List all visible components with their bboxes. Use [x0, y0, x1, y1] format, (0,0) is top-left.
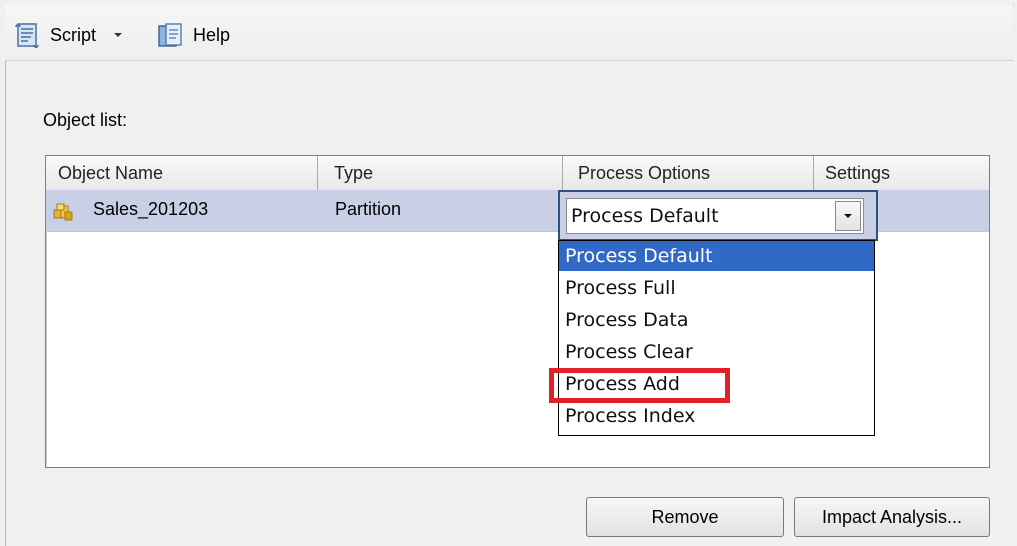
process-options-combobox-field[interactable]: Process Default — [566, 198, 864, 234]
impact-analysis-button[interactable]: Impact Analysis... — [794, 497, 990, 537]
chevron-down-icon[interactable] — [112, 29, 124, 41]
dropdown-option-process-full[interactable]: Process Full — [559, 273, 874, 303]
help-icon — [158, 22, 182, 47]
dropdown-option-process-index[interactable]: Process Index — [559, 401, 874, 431]
impact-analysis-button-label: Impact Analysis... — [821, 506, 963, 527]
help-label: Help — [193, 25, 231, 45]
script-icon — [15, 22, 39, 48]
process-options-selected-value: Process Default — [571, 205, 719, 227]
column-header-label: Object Name — [58, 162, 164, 183]
column-header-label: Settings — [825, 162, 891, 183]
table-row[interactable]: Sales_201203 Partition Process Default — [46, 190, 989, 241]
dropdown-option-process-clear[interactable]: Process Clear — [559, 337, 874, 367]
toolbar: Script Help — [5, 5, 1013, 61]
script-menu-button[interactable]: Script — [13, 15, 130, 55]
object-list-label-text: Object list: — [43, 110, 128, 130]
object-list-label: Object list: — [43, 110, 127, 131]
column-header-label: Process Options — [578, 162, 711, 183]
remove-button[interactable]: Remove — [586, 497, 784, 537]
script-label: Script — [50, 25, 97, 45]
dropdown-option-process-data[interactable]: Process Data — [559, 305, 874, 335]
process-options-dropdown-list[interactable]: Process Default Process Full Process Dat… — [558, 240, 875, 436]
help-button[interactable]: Help — [156, 15, 230, 55]
dropdown-option-process-default[interactable]: Process Default — [559, 241, 874, 271]
column-header-type[interactable]: Type — [318, 156, 563, 190]
column-header-process-options[interactable]: Process Options — [563, 156, 814, 190]
column-header-label: Type — [334, 162, 374, 183]
table-header: Object Name Type Process Options Setting… — [46, 156, 989, 191]
annotation-highlight-box — [549, 368, 730, 403]
process-options-combobox[interactable]: Process Default — [558, 190, 878, 241]
object-name-cell: Sales_201203 — [93, 199, 209, 219]
dropdown-button[interactable] — [835, 201, 861, 231]
column-header-settings[interactable]: Settings — [814, 156, 989, 190]
remove-button-label: Remove — [651, 506, 719, 527]
chevron-down-icon — [844, 214, 852, 218]
type-cell: Partition — [335, 199, 402, 219]
partition-icon — [53, 203, 73, 221]
column-header-object-name[interactable]: Object Name — [46, 156, 318, 190]
